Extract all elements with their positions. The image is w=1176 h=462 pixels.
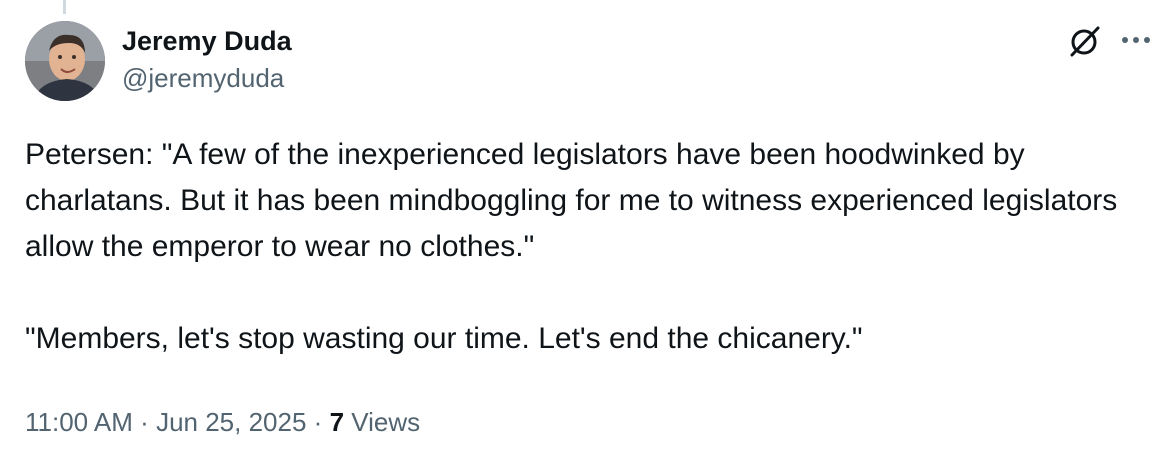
- author-block: Jeremy Duda @jeremyduda: [122, 22, 292, 96]
- tweet-time: 11:00 AM: [25, 407, 133, 437]
- meta-separator: ·: [313, 407, 323, 437]
- views-count: 7: [329, 407, 345, 437]
- avatar-photo: [25, 21, 105, 101]
- views-label: Views: [351, 407, 421, 437]
- meta-separator: ·: [140, 407, 149, 437]
- views-link[interactable]: 7 Views: [330, 407, 421, 437]
- author-display-name[interactable]: Jeremy Duda: [122, 22, 292, 60]
- tweet-text: Petersen: "A few of the inexperienced le…: [25, 132, 1165, 362]
- avatar[interactable]: [25, 21, 105, 101]
- tweet-metadata: 11:00 AM · Jun 25, 2025 · 7 Views: [25, 402, 420, 442]
- author-handle[interactable]: @jeremyduda: [122, 60, 292, 96]
- tweet-timestamp[interactable]: 11:00 AM · Jun 25, 2025: [25, 407, 306, 437]
- thread-connector-line: [63, 0, 66, 14]
- tweet-paragraph-1: Petersen: "A few of the inexperienced le…: [25, 138, 1118, 263]
- tweet-paragraph-2: "Members, let's stop wasting our time. L…: [25, 322, 863, 355]
- more-options-icon[interactable]: [1116, 24, 1156, 56]
- grok-slash-icon[interactable]: [1067, 23, 1103, 59]
- tweet-date: Jun 25, 2025: [156, 407, 307, 437]
